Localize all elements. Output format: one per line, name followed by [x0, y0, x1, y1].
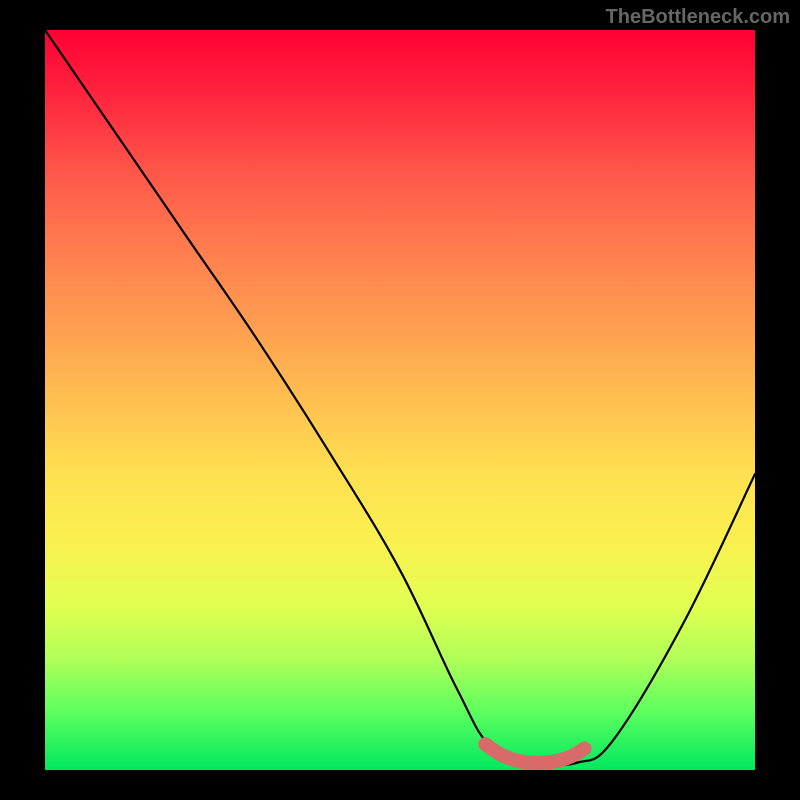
bottleneck-curve [45, 30, 755, 765]
chart-container: TheBottleneck.com [0, 0, 800, 800]
optimal-range-highlight [485, 744, 584, 763]
watermark-text: TheBottleneck.com [606, 6, 790, 29]
chart-svg [45, 30, 755, 770]
plot-area [45, 30, 755, 770]
